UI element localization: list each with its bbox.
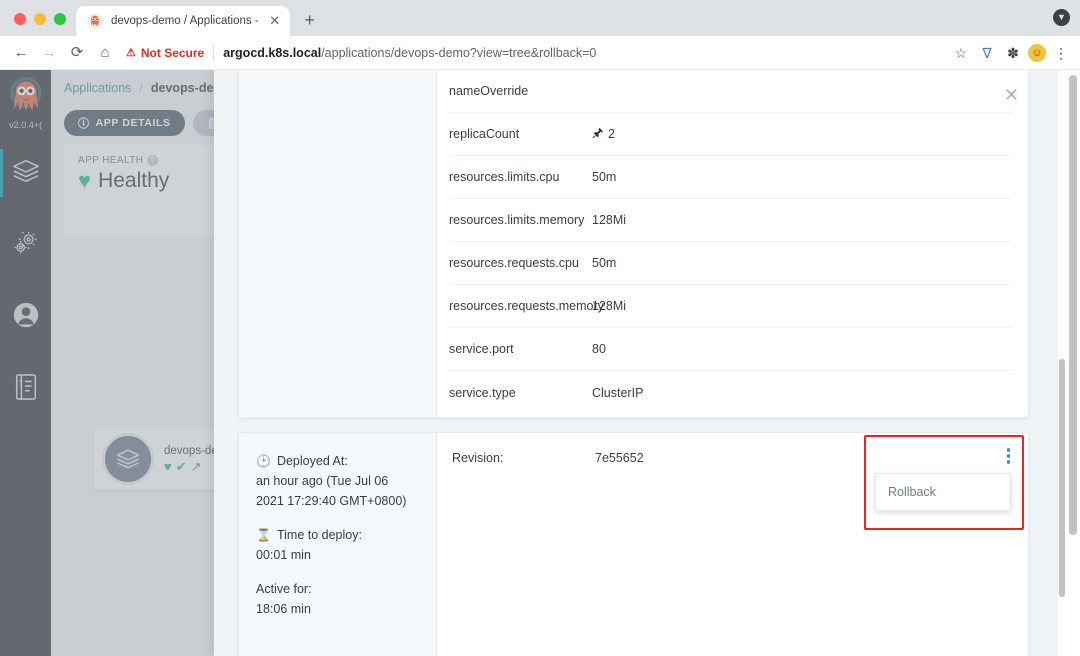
- browser-tabstrip: devops-demo / Applications - ✕ + ▼: [0, 0, 1080, 36]
- parameter-value: 128Mi: [592, 213, 627, 227]
- pin-icon: [592, 127, 604, 142]
- deployed-at-label: Deployed At:: [276, 454, 348, 468]
- hourglass-icon: ⌛: [256, 528, 271, 542]
- argocd-favicon: [87, 13, 103, 29]
- table-row: replicaCount 2: [449, 113, 1012, 156]
- time-to-deploy-label: Time to deploy:: [276, 528, 362, 542]
- table-row: resources.limits.memory 128Mi: [449, 199, 1012, 242]
- active-for-value: 18:06 min: [256, 602, 311, 616]
- new-tab-button[interactable]: +: [296, 6, 324, 34]
- revision-column: Revision: 7e55652 Rollback: [437, 433, 1028, 656]
- close-window-button[interactable]: [14, 13, 26, 25]
- parameter-value: 2: [608, 127, 615, 141]
- table-row: nameOverride: [449, 70, 1012, 113]
- url-host: argocd.k8s.local: [223, 45, 322, 60]
- forward-button[interactable]: →: [36, 40, 62, 66]
- profile-avatar-icon[interactable]: ☺: [1028, 43, 1046, 62]
- browser-tab[interactable]: devops-demo / Applications - ✕: [76, 6, 290, 36]
- parameters-card-right-column: ✕ nameOverride replicaCount 2 resources.…: [437, 70, 1028, 417]
- kebab-dot: [1006, 460, 1010, 464]
- kebab-menu-icon[interactable]: [1006, 448, 1010, 464]
- time-to-deploy-value: 00:01 min: [256, 548, 311, 562]
- omnibox-divider: [213, 44, 215, 61]
- deployment-timing: 🕑 Deployed At: an hour ago (Tue Jul 06 2…: [239, 433, 436, 619]
- table-row: resources.requests.memory 128Mi: [449, 285, 1012, 328]
- toolbar-right-group: ☆ ∇ ✽ ☺ ⋮: [946, 42, 1072, 64]
- address-bar[interactable]: ⚠ Not Secure argocd.k8s.local /applicati…: [126, 39, 938, 66]
- panel-scrollbar-thumb[interactable]: [1059, 359, 1065, 597]
- table-row: service.type ClusterIP: [449, 371, 1012, 414]
- home-button[interactable]: ⌂: [92, 40, 118, 66]
- maximize-window-button[interactable]: [54, 13, 66, 25]
- deployment-info-card: 🕑 Deployed At: an hour ago (Tue Jul 06 2…: [238, 432, 1029, 656]
- parameters-card-split: ✕ nameOverride replicaCount 2 resources.…: [239, 70, 1028, 417]
- revision-value: 7e55652: [595, 451, 644, 465]
- minimize-window-button[interactable]: [34, 13, 46, 25]
- deployment-timing-column: 🕑 Deployed At: an hour ago (Tue Jul 06 2…: [239, 433, 437, 656]
- revision-parameters-card: ✕ nameOverride replicaCount 2 resources.…: [238, 70, 1029, 418]
- extension-icon-1[interactable]: ∇: [976, 42, 998, 64]
- table-row: service.port 80: [449, 328, 1012, 371]
- parameter-key: resources.requests.cpu: [449, 256, 579, 270]
- parameter-key: resources.requests.memory: [449, 299, 604, 313]
- browser-tab-title: devops-demo / Applications -: [111, 15, 259, 27]
- parameter-key: service.port: [449, 342, 514, 356]
- bookmark-star-icon[interactable]: ☆: [950, 42, 972, 64]
- rollback-dropdown-menu: Rollback: [875, 473, 1011, 511]
- extensions-puzzle-icon[interactable]: ✽: [1002, 42, 1024, 64]
- kebab-dot: [1006, 448, 1010, 452]
- parameter-key: replicaCount: [449, 127, 520, 141]
- parameter-value-cell: 2: [592, 127, 1012, 142]
- browser-toolbar: ← → ⟳ ⌂ ⚠ Not Secure argocd.k8s.local /a…: [0, 36, 1080, 70]
- close-tab-button[interactable]: ✕: [267, 13, 283, 29]
- parameter-key: nameOverride: [449, 84, 529, 98]
- page-viewport: v2.0.4+(? Applications / devops-demo ⓘ …: [0, 70, 1080, 656]
- parameter-key: resources.limits.memory: [449, 213, 585, 227]
- parameter-value: 50m: [592, 170, 617, 184]
- deployed-at-line-1: an hour ago (Tue Jul 06: [256, 474, 389, 488]
- clock-icon: 🕑: [256, 454, 271, 468]
- browser-menu-icon[interactable]: ⋮: [1050, 42, 1072, 64]
- window-traffic-lights: [10, 13, 76, 36]
- menu-item-rollback[interactable]: Rollback: [888, 485, 936, 499]
- panel-scrollbar[interactable]: [1058, 70, 1066, 656]
- parameter-key: resources.limits.cpu: [449, 170, 560, 184]
- active-for-label: Active for:: [256, 582, 312, 596]
- back-button[interactable]: ←: [8, 40, 34, 66]
- parameter-value: 50m: [592, 256, 617, 270]
- kebab-dot: [1006, 454, 1010, 458]
- parameter-value: ClusterIP: [592, 385, 644, 400]
- parameters-card-left-column: [239, 70, 437, 417]
- parameter-value: 80: [592, 342, 606, 356]
- parameter-key: service.type: [449, 385, 516, 400]
- not-secure-badge[interactable]: ⚠ Not Secure: [126, 46, 213, 60]
- window-control-icon[interactable]: ▼: [1053, 9, 1070, 26]
- parameters-table: nameOverride replicaCount 2 resources.li…: [437, 70, 1028, 414]
- table-row: resources.requests.cpu 50m: [449, 242, 1012, 285]
- table-row: resources.limits.cpu 50m: [449, 156, 1012, 199]
- page-scrollbar-thumb[interactable]: [1069, 75, 1077, 535]
- warning-triangle-icon: ⚠: [126, 47, 136, 59]
- deployment-card-split: 🕑 Deployed At: an hour ago (Tue Jul 06 2…: [239, 433, 1028, 656]
- reload-button[interactable]: ⟳: [64, 40, 90, 66]
- revision-label: Revision:: [452, 451, 504, 465]
- deployed-at-line-2: 2021 17:29:40 GMT+0800): [256, 494, 407, 508]
- browser-window: devops-demo / Applications - ✕ + ▼ ← → ⟳…: [0, 0, 1080, 656]
- parameter-value: 128Mi: [592, 299, 627, 313]
- time-to-deploy-header: ⌛ Time to deploy:: [256, 525, 420, 545]
- page-scrollbar[interactable]: [1066, 70, 1080, 656]
- rollback-highlight-annotation: Rollback: [864, 435, 1024, 530]
- not-secure-label: Not Secure: [140, 45, 205, 60]
- deployed-at-header: 🕑 Deployed At:: [256, 451, 420, 471]
- close-icon[interactable]: ✕: [1004, 86, 1019, 104]
- url-path: /applications/devops-demo?view=tree&roll…: [321, 45, 597, 60]
